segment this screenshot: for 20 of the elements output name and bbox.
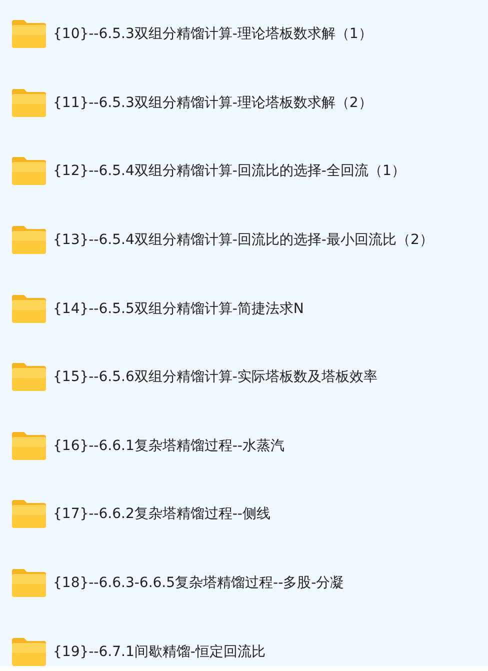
folder-name[interactable]: {12}--6.5.4双组分精馏计算-回流比的选择-全回流（1）	[53, 162, 406, 180]
folder-icon[interactable]	[12, 88, 46, 117]
folder-icon[interactable]	[12, 500, 46, 528]
folder-name[interactable]: {13}--6.5.4双组分精馏计算-回流比的选择-最小回流比（2）	[53, 231, 434, 250]
folder-icon[interactable]	[12, 638, 46, 666]
folder-name[interactable]: {19}--6.7.1间歇精馏-恒定回流比	[53, 642, 266, 661]
folder-name[interactable]: {14}--6.5.5双组分精馏计算-简捷法求N	[53, 300, 304, 318]
folder-icon[interactable]	[12, 569, 46, 598]
folder-icon[interactable]	[12, 20, 46, 48]
folder-name[interactable]: {17}--6.6.2复杂塔精馏过程--侧线	[53, 505, 270, 524]
folder-name[interactable]: {16}--6.6.1复杂塔精馏过程--水蒸汽	[53, 436, 284, 455]
folder-icon[interactable]	[12, 363, 46, 392]
folder-icon[interactable]	[12, 157, 46, 186]
folder-name[interactable]: {18}--6.6.3-6.6.5复杂塔精馏过程--多股-分凝	[53, 574, 344, 592]
folder-icon[interactable]	[12, 294, 46, 323]
folder-name[interactable]: {10}--6.5.3双组分精馏计算-理论塔板数求解（1）	[53, 25, 372, 44]
folder-icon[interactable]	[12, 226, 46, 254]
folder-name[interactable]: {11}--6.5.3双组分精馏计算-理论塔板数求解（2）	[53, 94, 372, 112]
folder-name[interactable]: {15}--6.5.6双组分精馏计算-实际塔板数及塔板效率	[53, 368, 378, 386]
folder-icon[interactable]	[12, 432, 46, 460]
